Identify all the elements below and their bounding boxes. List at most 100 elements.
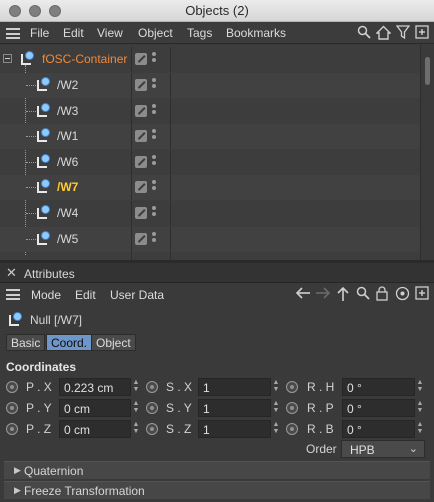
keyframe-radio[interactable] — [6, 381, 18, 393]
tab-object[interactable]: Object — [91, 334, 136, 351]
keyframe-radio[interactable] — [6, 402, 18, 414]
menu-edit[interactable]: Edit — [63, 26, 84, 40]
hamburger-menu-icon[interactable] — [6, 289, 20, 300]
sx-stepper[interactable]: ▲ ▼ — [272, 379, 280, 395]
close-panel-icon[interactable]: ✕ — [6, 265, 17, 281]
visibility-dots-icon[interactable] — [152, 180, 156, 194]
null-object-icon — [20, 51, 35, 66]
pz-input[interactable]: 0 cm — [59, 420, 131, 438]
layer-toggle-icon[interactable] — [135, 105, 147, 117]
null-object-icon — [36, 103, 51, 118]
window-titlebar: Objects (2) — [0, 0, 434, 22]
rb-stepper[interactable]: ▲ ▼ — [416, 421, 424, 437]
rh-stepper[interactable]: ▲ ▼ — [416, 379, 424, 395]
group-freeze-transformation[interactable]: ▶ Freeze Transformation — [4, 481, 430, 499]
layer-toggle-icon[interactable] — [135, 207, 147, 219]
layer-toggle-icon[interactable] — [135, 53, 147, 65]
visibility-dots-icon[interactable] — [152, 206, 156, 220]
layer-toggle-icon[interactable] — [135, 79, 147, 91]
lock-icon[interactable] — [374, 286, 390, 302]
tab-coord[interactable]: Coord. — [46, 334, 93, 351]
sz-stepper[interactable]: ▲ ▼ — [272, 421, 280, 437]
tree-row-selected[interactable]: /W7 — [0, 175, 420, 200]
tree-scrollbar[interactable] — [420, 45, 434, 260]
object-name-root[interactable]: fOSC-Container — [42, 52, 127, 66]
menu-tags[interactable]: Tags — [187, 26, 212, 40]
search-icon[interactable] — [356, 25, 372, 41]
visibility-dots-icon[interactable] — [152, 232, 156, 246]
layer-toggle-icon[interactable] — [135, 233, 147, 245]
visibility-dots-icon[interactable] — [152, 129, 156, 143]
tree-row[interactable]: /W3 — [0, 99, 420, 124]
layer-toggle-icon[interactable] — [135, 181, 147, 193]
visibility-dots-icon[interactable] — [152, 104, 156, 118]
pz-stepper[interactable]: ▲ ▼ — [132, 421, 140, 437]
selected-object-info: Null [/W7] — [0, 307, 434, 333]
scrollbar-thumb[interactable] — [425, 57, 430, 85]
tree-row-root[interactable]: fOSC-Container — [0, 47, 420, 72]
tree-row[interactable]: /W2 — [0, 73, 420, 98]
sz-input[interactable]: 1 — [198, 420, 271, 438]
visibility-dots-icon[interactable] — [152, 155, 156, 169]
sy-stepper[interactable]: ▲ ▼ — [272, 400, 280, 416]
order-select[interactable]: HPB ⌄ — [341, 440, 425, 458]
tree-row[interactable]: /W4 — [0, 201, 420, 226]
field-label-pz: P . Z — [26, 422, 52, 436]
keyframe-radio[interactable] — [286, 423, 298, 435]
tree-row[interactable]: /W5 — [0, 227, 420, 252]
menu-user-data[interactable]: User Data — [110, 288, 164, 302]
px-input[interactable]: 0.223 cm — [59, 378, 131, 396]
menu-mode[interactable]: Mode — [31, 288, 61, 302]
rb-input[interactable]: 0 ° — [342, 420, 415, 438]
keyframe-radio[interactable] — [286, 402, 298, 414]
target-icon[interactable] — [394, 286, 410, 302]
tab-basic[interactable]: Basic — [6, 334, 46, 351]
tree-row-partial — [0, 253, 420, 260]
home-icon[interactable] — [374, 25, 392, 41]
keyframe-radio[interactable] — [146, 423, 158, 435]
object-name[interactable]: /W1 — [57, 129, 78, 143]
py-stepper[interactable]: ▲ ▼ — [132, 400, 140, 416]
object-name[interactable]: /W4 — [57, 206, 78, 220]
sx-input[interactable]: 1 — [198, 378, 271, 396]
object-name[interactable]: /W3 — [57, 104, 78, 118]
search-icon[interactable] — [355, 286, 371, 302]
order-label: Order — [306, 442, 337, 456]
forward-arrow-icon[interactable] — [315, 286, 331, 302]
menu-object[interactable]: Object — [138, 26, 173, 40]
px-stepper[interactable]: ▲ ▼ — [132, 379, 140, 395]
object-name[interactable]: /W6 — [57, 155, 78, 169]
tree-row[interactable]: /W6 — [0, 150, 420, 175]
field-label-sy: S . Y — [166, 401, 192, 415]
window-title: Objects (2) — [185, 3, 249, 18]
group-quaternion[interactable]: ▶ Quaternion — [4, 461, 430, 479]
menu-file[interactable]: File — [30, 26, 49, 40]
new-window-icon[interactable] — [414, 25, 430, 41]
object-name[interactable]: /W5 — [57, 232, 78, 246]
py-input[interactable]: 0 cm — [59, 399, 131, 417]
menu-bookmarks[interactable]: Bookmarks — [226, 26, 286, 40]
keyframe-radio[interactable] — [286, 381, 298, 393]
rp-input[interactable]: 0 ° — [342, 399, 415, 417]
back-arrow-icon[interactable] — [295, 286, 311, 302]
visibility-dots-icon[interactable] — [152, 78, 156, 92]
visibility-dots-icon[interactable] — [152, 52, 156, 66]
object-name-selected[interactable]: /W7 — [57, 180, 78, 194]
menu-view[interactable]: View — [97, 26, 123, 40]
layer-toggle-icon[interactable] — [135, 130, 147, 142]
tree-row[interactable]: /W1 — [0, 124, 420, 149]
keyframe-radio[interactable] — [146, 381, 158, 393]
hamburger-menu-icon[interactable] — [6, 28, 20, 39]
rp-stepper[interactable]: ▲ ▼ — [416, 400, 424, 416]
filter-icon[interactable] — [395, 25, 411, 41]
layer-toggle-icon[interactable] — [135, 156, 147, 168]
sy-input[interactable]: 1 — [198, 399, 271, 417]
keyframe-radio[interactable] — [6, 423, 18, 435]
menu-edit[interactable]: Edit — [75, 288, 96, 302]
rh-input[interactable]: 0 ° — [342, 378, 415, 396]
collapse-toggle-icon[interactable] — [3, 54, 12, 63]
keyframe-radio[interactable] — [146, 402, 158, 414]
new-window-icon[interactable] — [414, 286, 430, 302]
object-name[interactable]: /W2 — [57, 78, 78, 92]
up-arrow-icon[interactable] — [335, 286, 351, 302]
